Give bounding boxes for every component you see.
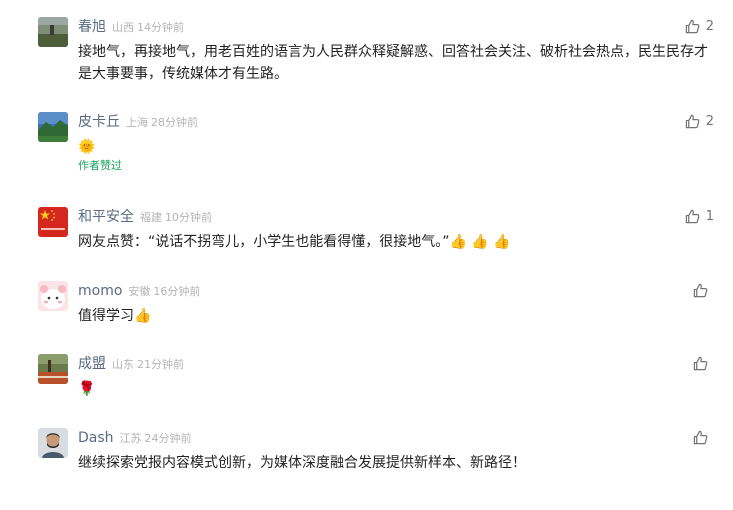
author-liked-badge: 作者赞过 bbox=[78, 159, 122, 172]
comment-text: 🌹 bbox=[78, 381, 96, 397]
avatar[interactable] bbox=[38, 354, 68, 384]
comment-text: 值得学习👍 bbox=[78, 308, 152, 324]
user-region: 山西 bbox=[112, 21, 134, 34]
like-count: 2 bbox=[705, 18, 714, 34]
thumbs-up-icon bbox=[693, 430, 708, 445]
like-button[interactable]: 1 bbox=[685, 208, 714, 224]
comment-header: 皮卡丘 上海 28分钟前 bbox=[78, 112, 198, 130]
comment-time: 10分钟前 bbox=[165, 211, 212, 224]
like-button[interactable] bbox=[693, 429, 714, 445]
thumbs-up-icon bbox=[685, 19, 700, 34]
comment-text: 🌞 bbox=[78, 139, 96, 155]
thumbs-up-icon bbox=[685, 209, 700, 224]
like-button[interactable]: 2 bbox=[685, 113, 714, 129]
user-region: 福建 bbox=[140, 211, 162, 224]
thumbs-up-icon bbox=[693, 283, 708, 298]
user-region: 江苏 bbox=[119, 432, 142, 445]
thumbs-up-icon bbox=[685, 114, 700, 129]
user-name[interactable]: momo bbox=[78, 283, 122, 299]
comment-time: 16分钟前 bbox=[153, 285, 201, 298]
user-name[interactable]: 成盟 bbox=[78, 356, 106, 372]
user-name[interactable]: 和平安全 bbox=[78, 209, 134, 225]
comment-text: 继续探索党报内容模式创新，为媒体深度融合发展提供新样本、新路径！ bbox=[78, 455, 526, 471]
avatar[interactable] bbox=[38, 112, 68, 142]
like-button[interactable]: 2 bbox=[685, 18, 714, 34]
avatar[interactable] bbox=[38, 281, 68, 311]
user-name[interactable]: Dash bbox=[78, 430, 114, 446]
comment-text: 网友点赞：“说话不拐弯儿，小学生也能看得懂，很接地气。”👍 👍 👍 bbox=[78, 234, 511, 250]
comment-time: 14分钟前 bbox=[137, 21, 184, 34]
user-name[interactable]: 皮卡丘 bbox=[78, 114, 120, 130]
comment-header: 和平安全 福建 10分钟前 bbox=[78, 207, 212, 225]
comment-header: momo 安徽 16分钟前 bbox=[78, 281, 200, 299]
thumbs-up-icon bbox=[693, 356, 708, 371]
user-region: 安徽 bbox=[128, 285, 151, 298]
user-name[interactable]: 春旭 bbox=[78, 19, 106, 35]
comment-header: 春旭 山西 14分钟前 bbox=[78, 17, 184, 35]
like-count: 2 bbox=[705, 113, 714, 129]
like-count: 1 bbox=[705, 208, 714, 224]
like-button[interactable] bbox=[693, 282, 714, 298]
comment-header: Dash 江苏 24分钟前 bbox=[78, 428, 192, 446]
user-region: 上海 bbox=[126, 116, 148, 129]
comment-text: 接地气，再接地气，用老百姓的语言为人民群众释疑解惑、回答社会关注、破析社会热点，… bbox=[78, 44, 708, 82]
avatar[interactable] bbox=[38, 17, 68, 47]
like-button[interactable] bbox=[693, 355, 714, 371]
comment-header: 成盟 山东 21分钟前 bbox=[78, 354, 184, 372]
comment-time: 24分钟前 bbox=[144, 432, 192, 445]
comment-time: 21分钟前 bbox=[137, 358, 184, 371]
comment-time: 28分钟前 bbox=[151, 116, 198, 129]
avatar[interactable] bbox=[38, 428, 68, 458]
user-region: 山东 bbox=[112, 358, 134, 371]
avatar[interactable] bbox=[38, 207, 68, 237]
